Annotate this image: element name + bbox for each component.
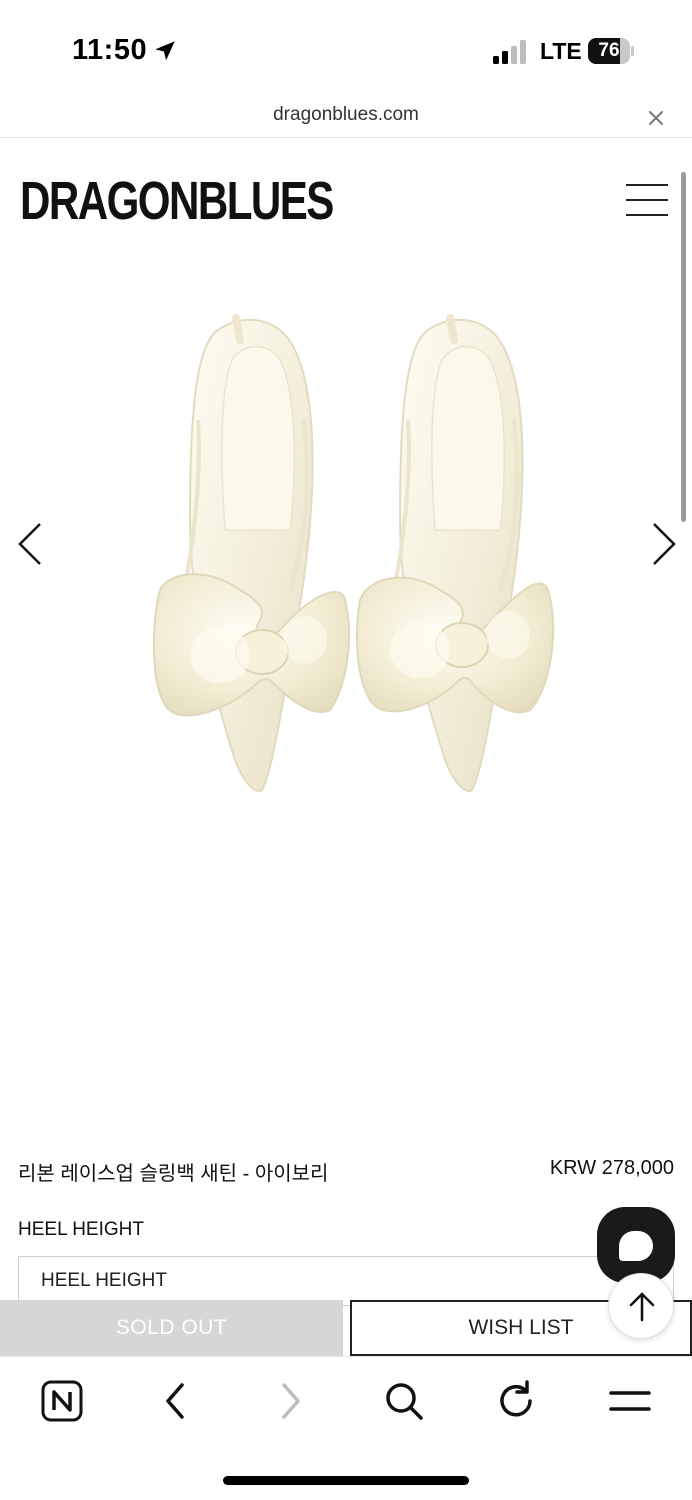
- product-name: 리본 레이스업 슬링백 새틴 - 아이보리: [18, 1163, 329, 1185]
- brand-logo[interactable]: DRAGONBLUES: [20, 172, 334, 230]
- heel-height-select[interactable]: HEEL HEIGHT: [18, 1256, 674, 1306]
- chat-button[interactable]: [597, 1207, 675, 1283]
- refresh-icon[interactable]: [494, 1379, 538, 1423]
- heel-height-select-value[interactable]: HEEL HEIGHT: [41, 1270, 167, 1292]
- location-arrow-icon: [155, 41, 175, 61]
- hamburger-menu-icon[interactable]: [624, 180, 670, 220]
- search-icon[interactable]: [382, 1379, 426, 1423]
- chevron-right-icon[interactable]: [648, 520, 680, 568]
- option-label: HEEL HEIGHT: [18, 1219, 144, 1240]
- network-label: LTE: [540, 38, 582, 64]
- menu-icon[interactable]: [608, 1379, 652, 1423]
- battery-icon: 76: [588, 38, 634, 64]
- back-arrow-icon[interactable]: [154, 1379, 198, 1423]
- arrow-up-icon: [629, 1292, 655, 1322]
- signal-icon: [493, 40, 526, 64]
- chat-bubble-icon: [619, 1231, 653, 1261]
- naver-home-icon[interactable]: [40, 1379, 84, 1423]
- scroll-top-button[interactable]: [608, 1273, 674, 1339]
- close-icon[interactable]: [644, 106, 668, 130]
- sold-out-button[interactable]: SOLD OUT: [0, 1300, 343, 1356]
- product-price: KRW 278,000: [549, 1157, 674, 1179]
- browser-url-bar[interactable]: dragonblues.com: [0, 96, 692, 138]
- status-bar: 11:50 LTE 76: [0, 0, 692, 100]
- url-text[interactable]: dragonblues.com: [0, 104, 692, 126]
- forward-arrow-icon[interactable]: [268, 1379, 312, 1423]
- status-time: 11:50: [72, 34, 148, 66]
- home-indicator: [223, 1476, 469, 1485]
- product-image: [0, 260, 692, 840]
- product-photo-shoes: [152, 314, 555, 792]
- chevron-left-icon[interactable]: [14, 520, 46, 568]
- battery-label: 76: [598, 40, 620, 61]
